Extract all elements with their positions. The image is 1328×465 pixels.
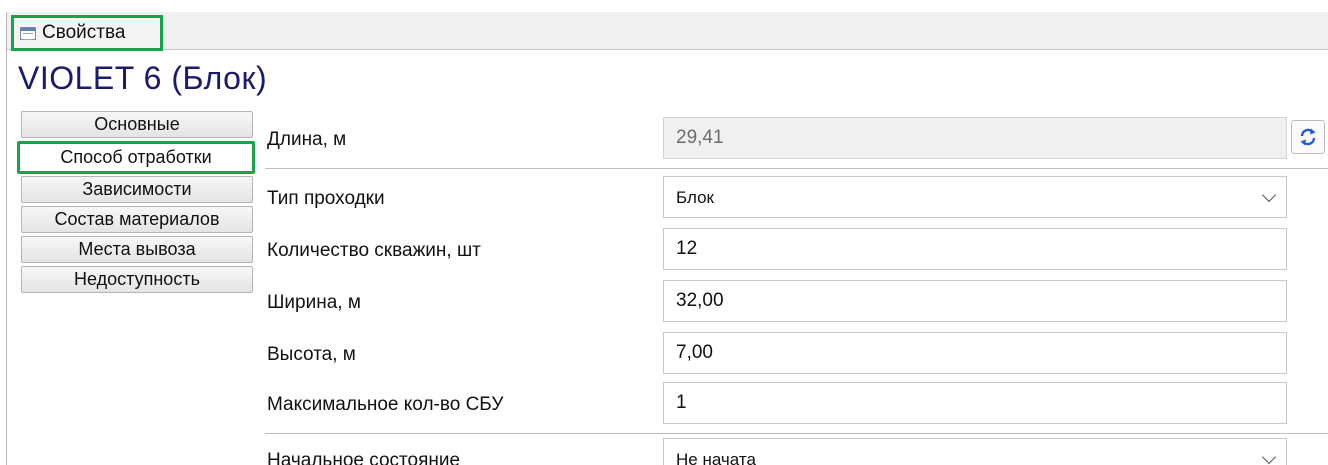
wells-count-label: Количество скважин, шт [267, 240, 481, 261]
property-row-width: Ширина, м 32,00 [259, 278, 1328, 324]
chevron-down-icon [1261, 187, 1277, 203]
length-label: Длина, м [267, 129, 347, 150]
object-title: VIOLET 6 (Блок) [18, 60, 268, 96]
properties-table-icon [20, 26, 36, 40]
refresh-button[interactable] [1291, 120, 1325, 154]
nav-button-mining-method[interactable]: Способ отработки [17, 141, 255, 174]
section-nav: Основные Способ отработки Зависимости Со… [17, 111, 257, 296]
width-input[interactable]: 32,00 [663, 280, 1287, 322]
separator [265, 168, 1328, 169]
initial-state-label: Начальное состояние [267, 450, 461, 465]
panel-titlebar: Свойства [7, 12, 1328, 51]
length-field: 29,41 [663, 117, 1287, 159]
height-input[interactable]: 7,00 [663, 332, 1287, 374]
drift-type-select[interactable]: Блок [663, 176, 1287, 218]
property-row-max-rigs: Максимальное кол-во СБУ 1 [259, 380, 1328, 426]
property-row-drift-type: Тип проходки Блок [259, 174, 1328, 220]
property-row-initial-state: Начальное состояние Не начата [259, 436, 1328, 465]
initial-state-select[interactable]: Не начата [663, 438, 1287, 465]
max-rigs-label: Максимальное кол-во СБУ [267, 394, 504, 415]
properties-tab[interactable]: Свойства [11, 15, 163, 51]
property-row-wells-count: Количество скважин, шт 12 [259, 226, 1328, 272]
nav-button-dump-locations[interactable]: Места вывоза [21, 236, 253, 263]
refresh-arrows-icon [1300, 128, 1316, 146]
height-label: Высота, м [267, 344, 356, 365]
property-row-length: Длина, м 29,41 [259, 115, 1328, 161]
nav-button-materials[interactable]: Состав материалов [21, 206, 253, 233]
nav-button-dependencies[interactable]: Зависимости [21, 176, 253, 203]
width-label: Ширина, м [267, 292, 361, 313]
wells-count-input[interactable]: 12 [663, 228, 1287, 270]
drift-type-label: Тип проходки [267, 188, 385, 209]
nav-button-unavailability[interactable]: Недоступность [21, 266, 253, 293]
max-rigs-input[interactable]: 1 [663, 382, 1287, 424]
initial-state-value: Не начата [676, 450, 756, 465]
property-row-height: Высота, м 7,00 [259, 330, 1328, 376]
nav-button-main[interactable]: Основные [21, 111, 253, 138]
drift-type-value: Блок [676, 188, 714, 207]
separator [265, 433, 1328, 434]
properties-tab-label: Свойства [42, 22, 126, 43]
chevron-down-icon [1261, 449, 1277, 465]
properties-panel: Свойства VIOLET 6 (Блок) Основные Способ… [6, 12, 1328, 465]
